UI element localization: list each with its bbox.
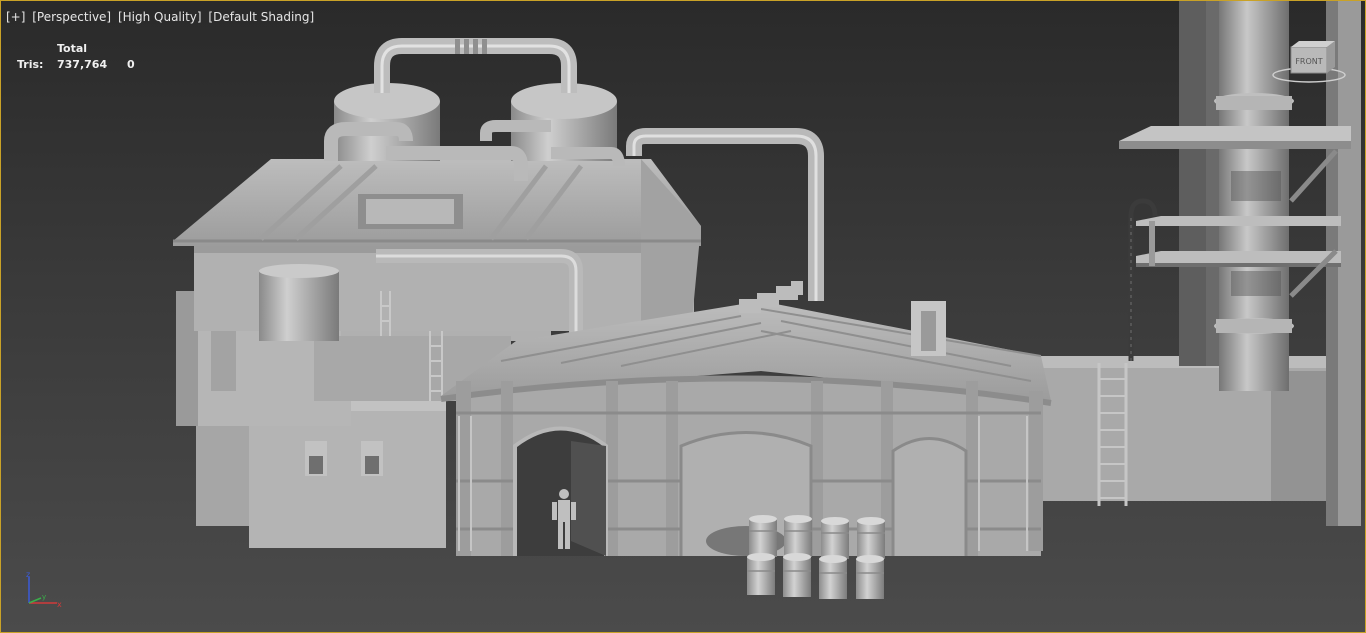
3d-viewport[interactable]: FRONT [+] [Perspective] [High Quality] [… [0,0,1366,633]
viewport-maximize-toggle[interactable]: [+] [6,10,25,24]
axis-gizmo-icon: z x y [26,571,62,609]
axis-x-label: x [57,600,62,609]
viewport-shading-label[interactable]: [Default Shading] [208,10,314,24]
axis-y-label: y [42,593,46,601]
viewport-view-label[interactable]: [Perspective] [32,10,111,24]
axis-z-label: z [26,571,30,579]
viewport-quality-label[interactable]: [High Quality] [118,10,202,24]
scene-render[interactable]: FRONT [1,1,1366,633]
stats-tris-label: Tris: [17,58,44,71]
viewcube-face-label: FRONT [1295,57,1322,66]
stats-tris-selected: 0 [127,58,135,71]
stats-header: Total [57,42,88,55]
viewport-label-menu[interactable]: [+] [Perspective] [High Quality] [Defaul… [6,10,317,24]
right-tower [1041,1,1361,526]
stats-tris-total: 737,764 [57,58,108,71]
